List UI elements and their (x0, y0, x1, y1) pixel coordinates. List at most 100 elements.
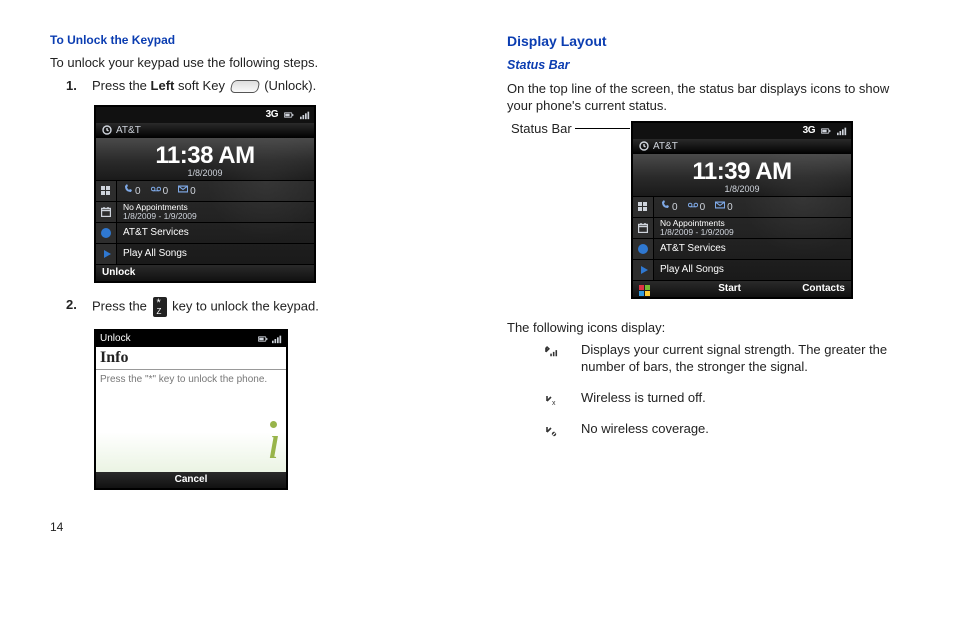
battery-icon (821, 126, 831, 136)
globe-icon (638, 244, 648, 254)
network-3g-icon: 3G (803, 125, 815, 136)
clock-panel: 11:39 AM 1/8/2009 (633, 154, 851, 196)
missed-call-count: 0 (660, 200, 678, 213)
step-number: 2. (66, 297, 92, 312)
icon-row-wireless-off: x Wireless is turned off. (541, 390, 904, 407)
soft-key-icon (229, 80, 260, 93)
play-icon (104, 250, 111, 258)
play-row: Play All Songs (633, 259, 851, 280)
network-3g-icon: 3G (266, 109, 278, 120)
status-bar-para: On the top line of the screen, the statu… (507, 80, 904, 115)
mail-icon (715, 200, 725, 210)
clock-time: 11:38 AM (96, 142, 314, 170)
missed-call-count: 0 (123, 184, 141, 197)
icon-row-signal: Displays your current signal strength. T… (541, 342, 904, 376)
svg-text:x: x (552, 400, 556, 406)
status-bar-callout: Status Bar 3G AT&T 11:39 AM 1/8/2009 (507, 121, 904, 309)
carrier-label: AT&T (116, 125, 141, 136)
services-row: AT&T Services (96, 222, 314, 243)
appointments-range: 1/8/2009 - 1/9/2009 (660, 228, 734, 237)
clock-icon (639, 141, 649, 151)
softkey-left (633, 282, 657, 296)
clock-icon (102, 125, 112, 135)
page-number: 14 (50, 520, 447, 534)
tab-icon (96, 223, 117, 243)
phone-icon (660, 200, 670, 210)
signal-bars-icon (837, 126, 847, 136)
play-label: Play All Songs (117, 249, 187, 260)
clock-panel: 11:38 AM 1/8/2009 (96, 138, 314, 180)
calendar-icon (638, 223, 648, 233)
carrier-row: AT&T (633, 139, 851, 154)
signal-strength-icon (541, 342, 563, 358)
callout-label: Status Bar (511, 121, 572, 136)
info-title-bar: Unlock (96, 331, 286, 347)
windows-icon (101, 186, 111, 196)
home-rows: 0 0 0 No Appointments 1/8/2009 - 1/9/200… (633, 196, 851, 280)
left-column: To Unlock the Keypad To unlock your keyp… (50, 32, 447, 534)
message-count: 0 (715, 200, 733, 213)
tab-icon (96, 181, 117, 201)
step-2: 2. Press the key to unlock the keypad. (66, 297, 447, 317)
services-label: AT&T Services (117, 228, 189, 239)
battery-icon (284, 110, 294, 120)
icons-intro: The following icons display: (507, 319, 904, 337)
info-i-icon: l (269, 421, 278, 466)
intro-text: To unlock your keypad use the following … (50, 54, 447, 72)
softkey-bar: Start Contacts (633, 280, 851, 297)
signal-strength-desc: Displays your current signal strength. T… (581, 342, 904, 376)
softkey-center: Start (657, 283, 802, 294)
play-icon (641, 266, 648, 274)
step-number: 1. (66, 78, 92, 93)
tab-icon (633, 218, 654, 238)
play-label: Play All Songs (654, 265, 724, 276)
signal-bars-icon (272, 334, 282, 344)
title-bar-left: Unlock (100, 333, 131, 344)
status-bar: 3G (96, 107, 314, 123)
info-heading: Info (96, 347, 286, 370)
steps-list-2: 2. Press the key to unlock the keypad. (66, 297, 447, 317)
clock-time: 11:39 AM (633, 158, 851, 186)
heading-unlock-keypad: To Unlock the Keypad (50, 32, 447, 48)
appointments-row: No Appointments 1/8/2009 - 1/9/2009 (633, 217, 851, 238)
tab-icon (633, 260, 654, 280)
voicemail-count: 0 (151, 184, 169, 197)
softkey-bar: Unlock (96, 264, 314, 281)
info-message-area: Press the "*" key to unlock the phone. l (96, 370, 286, 472)
info-softkey-center: Cancel (96, 472, 286, 488)
voicemail-icon (688, 200, 698, 210)
services-row: AT&T Services (633, 238, 851, 259)
wireless-off-desc: Wireless is turned off. (581, 390, 904, 407)
voicemail-icon (151, 184, 161, 194)
no-coverage-icon (541, 421, 563, 437)
screenshot-home-1138: 3G AT&T 11:38 AM 1/8/2009 0 (94, 105, 316, 283)
heading-status-bar: Status Bar (507, 57, 904, 74)
right-column: Display Layout Status Bar On the top lin… (507, 32, 904, 534)
appointments-range: 1/8/2009 - 1/9/2009 (123, 212, 197, 221)
battery-icon (258, 334, 268, 344)
screenshot-info-dialog: Unlock Info Press the "*" key to unlock … (94, 329, 288, 490)
clock-date: 1/8/2009 (633, 184, 851, 194)
icon-row-no-coverage: No wireless coverage. (541, 421, 904, 438)
play-row: Play All Songs (96, 243, 314, 264)
tab-icon (633, 197, 654, 217)
status-bar: 3G (633, 123, 851, 139)
steps-list: 1. Press the Left soft Key (Unlock). (66, 78, 447, 93)
voicemail-count: 0 (688, 200, 706, 213)
clock-date: 1/8/2009 (96, 168, 314, 178)
phone-icon (123, 184, 133, 194)
carrier-label: AT&T (653, 141, 678, 152)
services-label: AT&T Services (654, 244, 726, 255)
tab-icon (96, 202, 117, 222)
screenshot-home-1139: 3G AT&T 11:39 AM 1/8/2009 (631, 121, 853, 299)
step-body: Press the key to unlock the keypad. (92, 297, 447, 317)
softkey-left: Unlock (96, 267, 135, 278)
info-message: Press the "*" key to unlock the phone. (100, 374, 267, 385)
callout-line (575, 128, 630, 129)
mail-icon (178, 184, 188, 194)
step-body: Press the Left soft Key (Unlock). (92, 78, 447, 93)
signal-bars-icon (300, 110, 310, 120)
carrier-row: AT&T (96, 123, 314, 138)
windows-logo-icon (639, 285, 650, 296)
home-rows: 0 0 0 No Appointments 1/8/2009 - 1/9/200… (96, 180, 314, 264)
